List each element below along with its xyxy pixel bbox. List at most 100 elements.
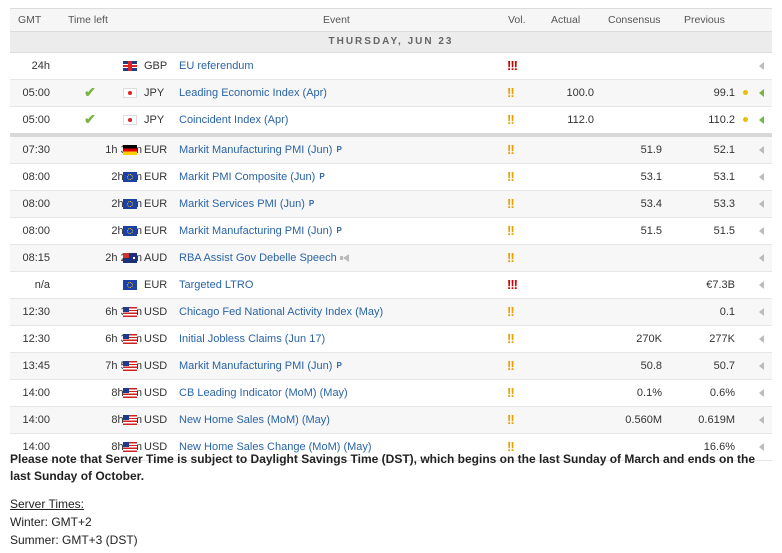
event-name: RBA Assist Gov Debelle Speech (179, 252, 337, 264)
volatility-indicator: !! (507, 223, 515, 238)
expand-arrow-icon[interactable] (759, 89, 764, 97)
currency-code: USD (144, 387, 168, 399)
expand-arrow-icon[interactable] (759, 281, 764, 289)
eu-flag-icon (123, 172, 137, 182)
event-row[interactable]: 05:00 ✔ JPY Leading Economic Index (Apr)!! 1… (10, 80, 772, 107)
consensus-value: 53.1 (640, 171, 662, 183)
event-time: 08:00 (22, 198, 50, 210)
event-list: 24h GBP EU referendum!!! 05:00 ✔ JPY Leading E… (10, 53, 772, 461)
expand-arrow-icon[interactable] (759, 62, 764, 70)
event-row[interactable]: 08:002h 9mEURMarkit Services PMI (Jun)P!… (10, 191, 772, 218)
previous-value: 52.1 (713, 144, 735, 156)
header-previous: Previous (684, 14, 725, 26)
event-row[interactable]: 05:00 ✔ JPY Coincident Index (Apr)!! 112.0 11… (10, 107, 772, 137)
event-link[interactable]: Markit Services PMI (Jun) P (179, 198, 314, 210)
previous-value: 0.6% (709, 387, 735, 399)
event-link[interactable]: RBA Assist Gov Debelle Speech (179, 252, 350, 264)
preliminary-badge: P (336, 145, 342, 154)
event-link[interactable]: New Home Sales (MoM) (May) (179, 414, 330, 426)
expand-arrow-icon[interactable] (759, 335, 764, 343)
currency-code: USD (144, 333, 168, 345)
eu-flag-icon (123, 280, 137, 290)
expand-arrow-icon[interactable] (759, 362, 764, 370)
event-row[interactable]: 07:301h 39mEURMarkit Manufacturing PMI (… (10, 137, 772, 164)
header-event: Event (323, 14, 350, 26)
event-name: Markit PMI Composite (Jun) (179, 171, 316, 183)
expand-arrow-icon[interactable] (759, 200, 764, 208)
event-link[interactable]: Targeted LTRO (179, 279, 253, 291)
event-row[interactable]: 14:008h 9mUSDCB Leading Indicator (MoM) … (10, 380, 772, 407)
header-vol: Vol. (508, 14, 526, 26)
volatility-indicator: !! (507, 112, 515, 127)
previous-value: 0.1 (719, 306, 735, 318)
event-row[interactable]: n/a EUR Targeted LTRO!!! €7.3B (10, 272, 772, 299)
event-name: Initial Jobless Claims (Jun 17) (179, 333, 326, 345)
event-link[interactable]: Markit Manufacturing PMI (Jun) P (179, 225, 342, 237)
economic-calendar: GMT Time left Event Vol. Actual Consensu… (10, 8, 772, 461)
preliminary-badge: P (336, 226, 342, 235)
currency-code: EUR (144, 171, 168, 183)
event-link[interactable]: Markit Manufacturing PMI (Jun) P (179, 144, 342, 156)
event-link[interactable]: Leading Economic Index (Apr) (179, 87, 327, 99)
winter-time: Winter: GMT+2 (10, 515, 92, 529)
event-link[interactable]: Chicago Fed National Activity Index (May… (179, 306, 383, 318)
header-gmt: GMT (18, 14, 42, 26)
volatility-indicator: !! (507, 85, 515, 100)
event-link[interactable]: Markit Manufacturing PMI (Jun) P (179, 360, 342, 372)
event-link[interactable]: EU referendum (179, 60, 254, 72)
dst-note: Please note that Server Time is subject … (10, 452, 756, 483)
currency-code: EUR (144, 279, 168, 291)
expand-arrow-icon[interactable] (759, 146, 764, 154)
event-time: 08:15 (22, 252, 50, 264)
event-time: 12:30 (22, 333, 50, 345)
event-name: Coincident Index (Apr) (179, 114, 289, 126)
event-row[interactable]: 12:306h 39mUSDChicago Fed National Activ… (10, 299, 772, 326)
expand-arrow-icon[interactable] (759, 173, 764, 181)
event-row[interactable]: 08:152h 24mAUDRBA Assist Gov Debelle Spe… (10, 245, 772, 272)
event-name: Markit Services PMI (Jun) (179, 198, 305, 210)
expand-arrow-icon[interactable] (759, 308, 764, 316)
expand-arrow-icon[interactable] (759, 227, 764, 235)
checkmark-icon: ✔ (84, 84, 96, 100)
currency-code: EUR (144, 225, 168, 237)
previous-value: €7.3B (706, 279, 735, 291)
previous-value: 110.2 (708, 114, 735, 126)
speech-icon (339, 254, 350, 262)
event-time: 05:00 (22, 87, 50, 99)
currency-code: USD (144, 414, 168, 426)
event-row[interactable]: 14:008h 9mUSDNew Home Sales (MoM) (May)!… (10, 407, 772, 434)
expand-arrow-icon[interactable] (759, 254, 764, 262)
volatility-indicator: !! (507, 169, 515, 184)
volatility-indicator: !! (507, 331, 515, 346)
event-time: 07:30 (22, 144, 50, 156)
us-flag-icon (123, 388, 137, 398)
currency-code: JPY (144, 114, 165, 126)
event-time: n/a (34, 279, 50, 291)
event-row[interactable]: 08:002h 9mEURMarkit Manufacturing PMI (J… (10, 218, 772, 245)
event-link[interactable]: Coincident Index (Apr) (179, 114, 288, 126)
header-consensus: Consensus (608, 14, 661, 26)
expand-arrow-icon[interactable] (759, 389, 764, 397)
event-row[interactable]: 08:002h 9mEURMarkit PMI Composite (Jun)P… (10, 164, 772, 191)
expand-arrow-icon[interactable] (759, 416, 764, 424)
event-link[interactable]: CB Leading Indicator (MoM) (May) (179, 387, 348, 399)
event-name: CB Leading Indicator (MoM) (May) (179, 387, 348, 399)
event-row[interactable]: 24h GBP EU referendum!!! (10, 53, 772, 80)
volatility-indicator: !! (507, 304, 515, 319)
volatility-indicator: !! (507, 196, 515, 211)
event-time: 08:00 (22, 171, 50, 183)
currency-code: EUR (144, 144, 168, 156)
consensus-value: 270K (636, 333, 662, 345)
event-link[interactable]: Markit PMI Composite (Jun) P (179, 171, 325, 183)
event-name: New Home Sales (MoM) (May) (179, 414, 330, 426)
event-name: Leading Economic Index (Apr) (179, 87, 327, 99)
event-row[interactable]: 13:457h 54mUSDMarkit Manufacturing PMI (… (10, 353, 772, 380)
event-row[interactable]: 12:306h 39mUSDInitial Jobless Claims (Ju… (10, 326, 772, 353)
event-name: Chicago Fed National Activity Index (May… (179, 306, 384, 318)
event-time: 13:45 (22, 360, 50, 372)
expand-arrow-icon[interactable] (759, 443, 764, 451)
revision-dot-icon (743, 117, 748, 122)
event-link[interactable]: Initial Jobless Claims (Jun 17) (179, 333, 325, 345)
expand-arrow-icon[interactable] (759, 116, 764, 124)
previous-value: 99.1 (713, 87, 735, 99)
